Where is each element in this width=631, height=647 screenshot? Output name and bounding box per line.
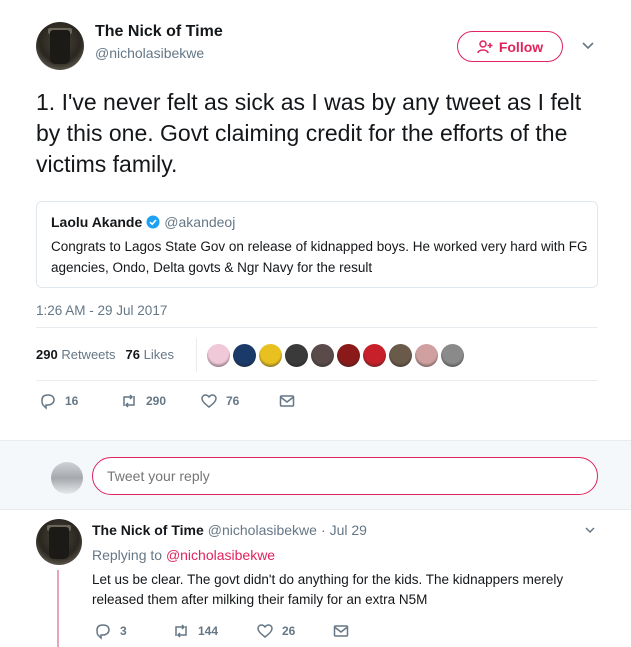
reply-button[interactable]: 16 [39,392,78,410]
reply-date[interactable]: Jul 29 [330,522,367,538]
reply-count: 3 [120,624,127,638]
liker-avatar[interactable] [311,344,334,367]
verified-badge-icon [146,215,160,229]
like-count: 76 [226,394,240,408]
tweet-stats: 290 Retweets 76 Likes [36,347,174,362]
quoted-tweet-header: Laolu Akande @akandeoj [51,214,235,230]
tweet-text: 1. I've never felt as sick as I was by a… [36,89,582,177]
tweet-timestamp[interactable]: 1:26 AM - 29 Jul 2017 [36,303,167,318]
replying-to-link[interactable]: @nicholasibekwe [166,547,275,563]
liker-avatar[interactable] [285,344,308,367]
envelope-icon [333,625,349,637]
liker-avatar[interactable] [415,344,438,367]
chevron-down-icon[interactable] [581,38,595,52]
envelope-icon [279,395,295,407]
reply-count: 16 [65,394,79,408]
reply-author-name[interactable]: The Nick of Time [92,522,204,538]
reply-author-handle[interactable]: @nicholasibekwe [208,522,317,538]
chevron-down-icon[interactable] [584,524,596,536]
author-avatar[interactable] [36,22,84,70]
message-button[interactable] [278,392,296,410]
replying-to: Replying to @nicholasibekwe [92,547,276,563]
message-button[interactable] [332,622,350,640]
quoted-author-handle: @akandeoj [164,214,236,230]
divider [36,327,598,328]
retweet-button[interactable]: 290 [120,392,166,410]
heart-icon [257,624,273,638]
quoted-tweet-text: Congrats to Lagos State Gov on release o… [51,239,588,275]
author-name[interactable]: The Nick of Time [95,23,223,41]
follow-user-icon [477,39,493,53]
current-user-avatar [51,462,83,494]
like-count: 26 [282,624,296,638]
liker-avatar[interactable] [363,344,386,367]
follow-button[interactable]: Follow [457,31,563,62]
reply-button[interactable]: 3 [94,622,127,640]
liker-avatar[interactable] [389,344,412,367]
like-button[interactable]: 26 [256,622,295,640]
thread-line [57,570,59,647]
divider [36,380,598,381]
main-tweet: The Nick of Time @nicholasibekwe Follow … [0,0,631,440]
reply-author-avatar[interactable] [36,519,82,565]
like-button[interactable]: 76 [200,392,239,410]
separator-dot: · [320,522,326,538]
quoted-tweet[interactable]: Laolu Akande @akandeoj Congrats to Lagos… [36,201,598,288]
follow-label: Follow [498,38,544,55]
likes-stat[interactable]: 76 Likes [126,347,174,362]
retweet-icon [175,624,187,638]
reply-input[interactable] [92,457,598,495]
retweet-button[interactable]: 144 [172,622,218,640]
reply-icon [96,624,110,640]
retweet-count: 290 [146,394,167,408]
reply-icon [41,394,55,410]
reply-header: The Nick of Time @nicholasibekwe · Jul 2… [92,522,367,538]
liker-avatar[interactable] [259,344,282,367]
retweets-stat[interactable]: 290 Retweets [36,347,116,362]
liker-avatar[interactable] [233,344,256,367]
likers-avatars [207,344,464,367]
liker-avatar[interactable] [207,344,230,367]
divider [196,338,197,372]
heart-icon [201,394,217,408]
liker-avatar[interactable] [337,344,360,367]
reply-text: Let us be clear. The govt didn't do anyt… [92,572,564,607]
retweet-count: 144 [198,624,219,638]
author-handle[interactable]: @nicholasibekwe [95,45,204,61]
retweet-icon [123,394,135,408]
liker-avatar[interactable] [441,344,464,367]
quoted-author-name: Laolu Akande [51,214,143,230]
